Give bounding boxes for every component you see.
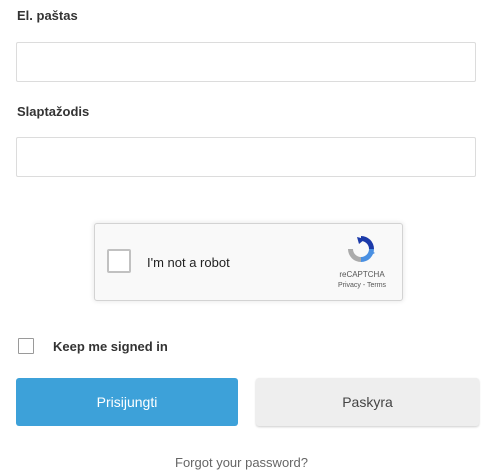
- keep-signed-in-checkbox[interactable]: [18, 338, 34, 354]
- keep-signed-in-toggle[interactable]: Keep me signed in: [18, 337, 168, 355]
- recaptcha-widget: I'm not a robot reCAPTCHA Privacy - Term…: [94, 223, 403, 301]
- account-button[interactable]: Paskyra: [256, 378, 479, 426]
- forgot-password-link[interactable]: Forgot your password?: [0, 455, 483, 470]
- recaptcha-checkbox[interactable]: [107, 249, 131, 273]
- password-field[interactable]: [16, 137, 476, 177]
- keep-signed-in-label: Keep me signed in: [53, 338, 168, 354]
- recaptcha-brand: reCAPTCHA: [339, 270, 385, 279]
- recaptcha-privacy-terms-link[interactable]: Privacy - Terms: [332, 282, 392, 289]
- password-label: Slaptažodis: [17, 104, 90, 119]
- email-field[interactable]: [16, 42, 476, 82]
- recaptcha-label: I'm not a robot: [147, 255, 230, 270]
- login-button[interactable]: Prisijungti: [16, 378, 238, 426]
- recaptcha-logo-icon: [348, 236, 375, 262]
- email-label: El. paštas: [17, 8, 78, 23]
